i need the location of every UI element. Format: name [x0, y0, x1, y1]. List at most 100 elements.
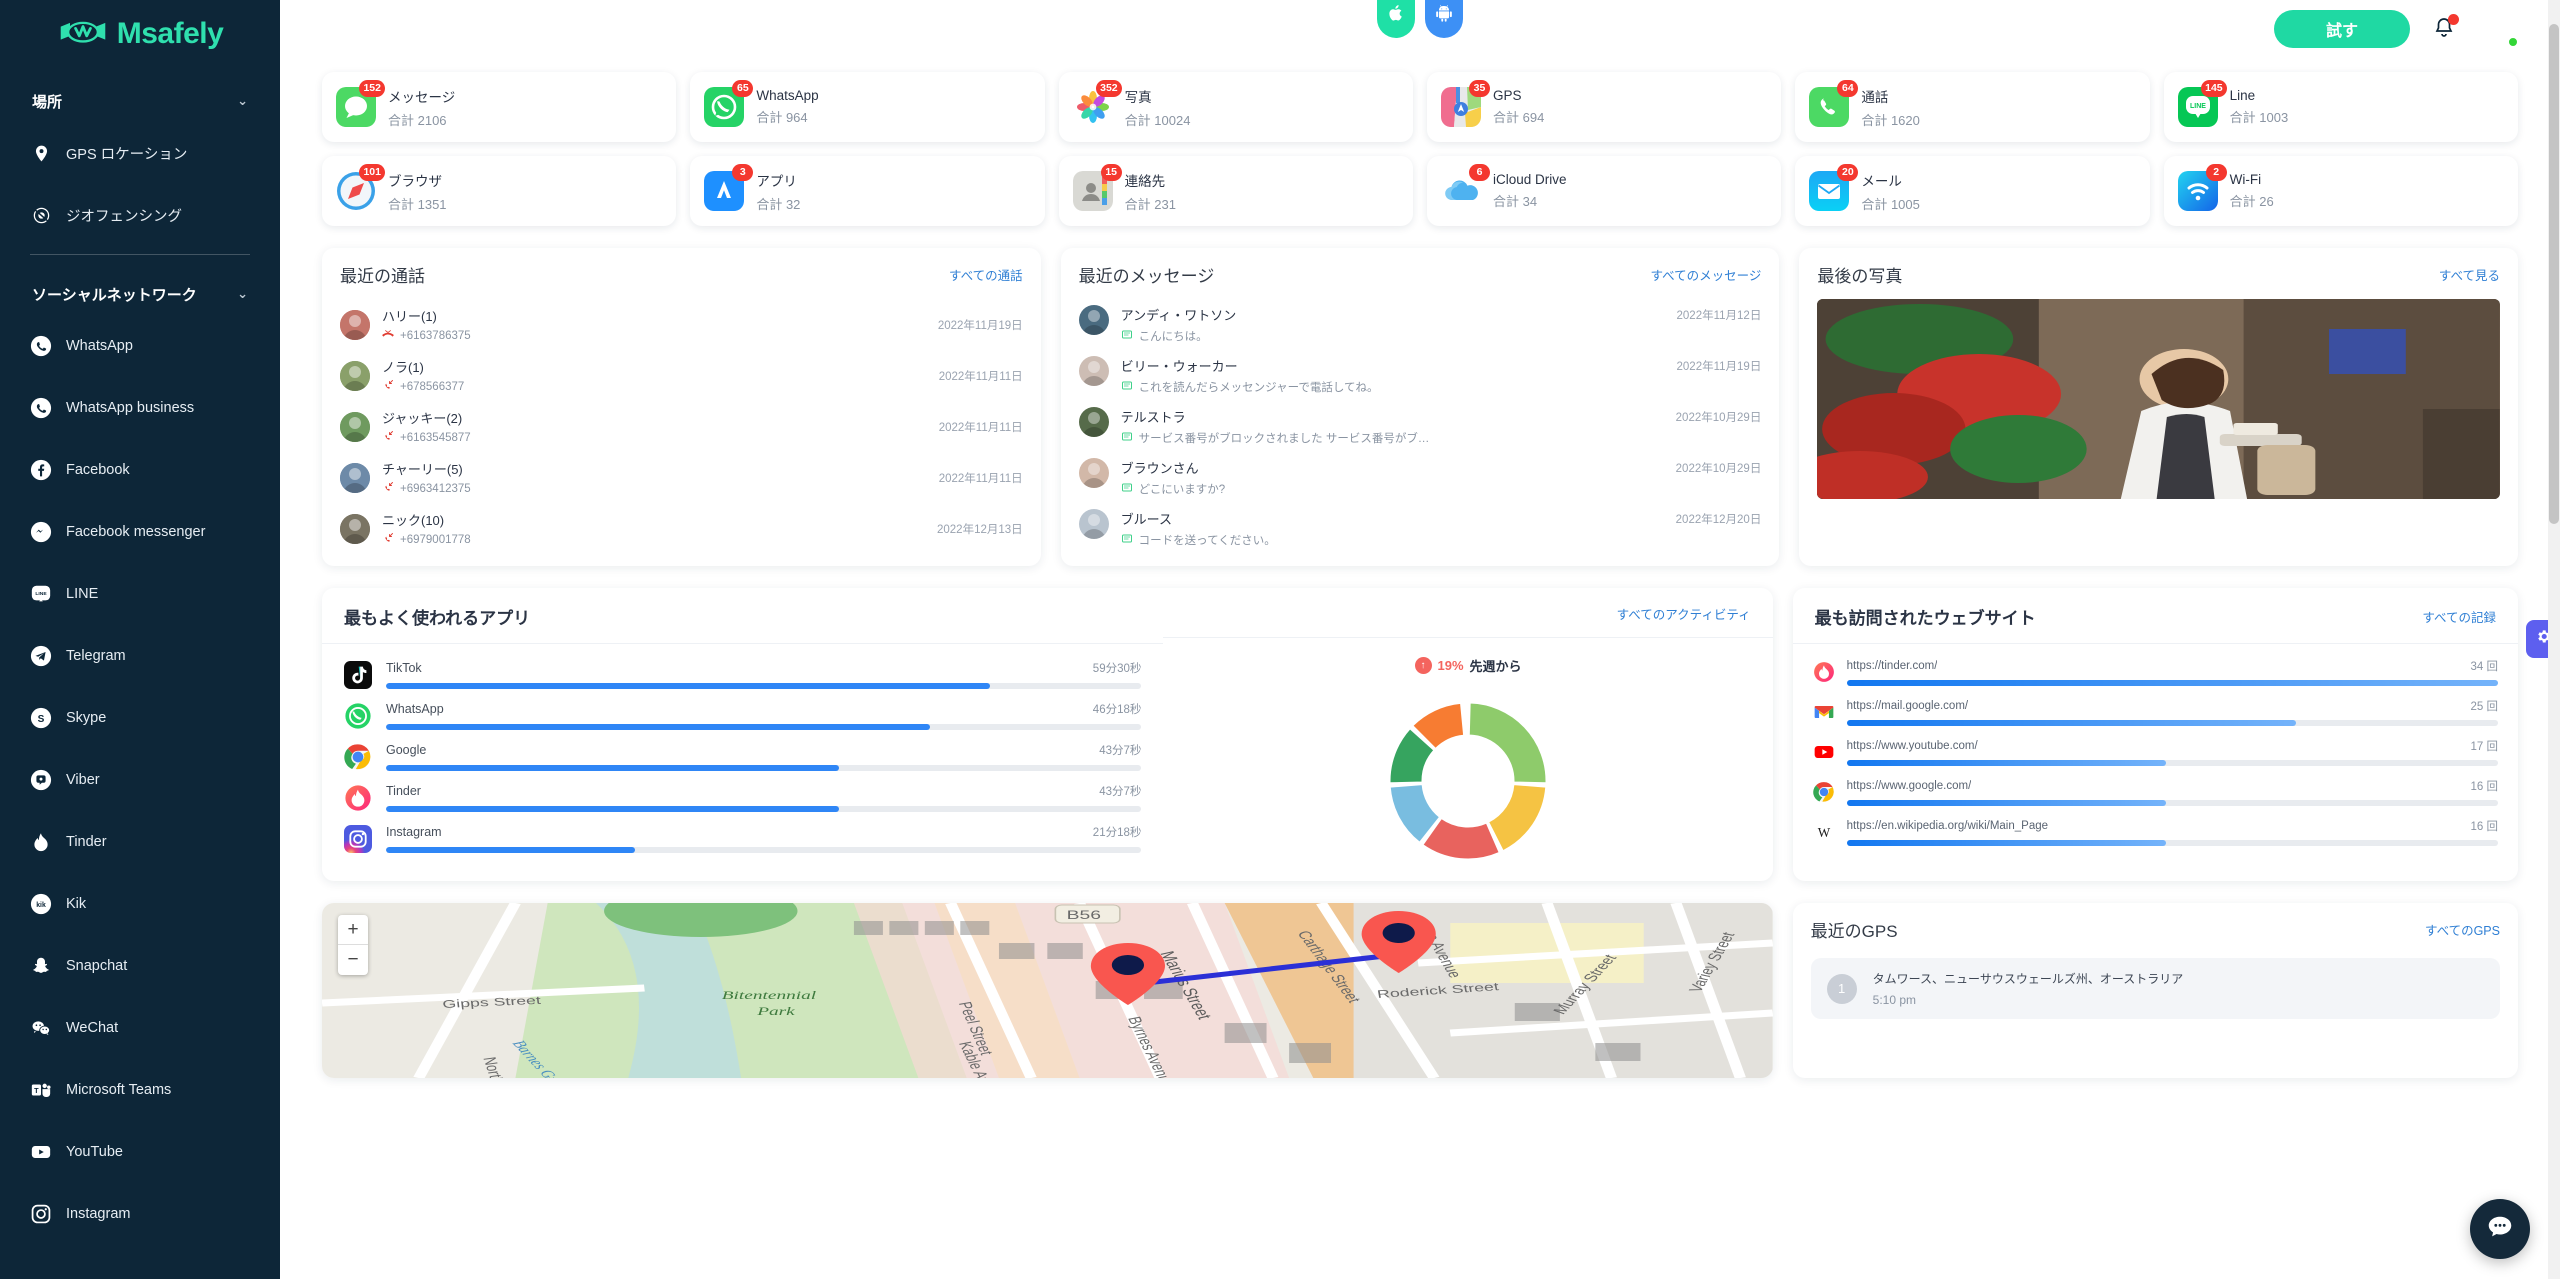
app-usage-row[interactable]: Instagram 21分18秒 [322, 818, 1163, 859]
avatar [1078, 305, 1109, 335]
call-row[interactable]: チャーリー(5) +6963412375 2022年11月11日 [340, 452, 1023, 503]
telegram-icon [30, 645, 52, 667]
website-row[interactable]: https://www.youtube.com/17 回 [1793, 732, 2518, 772]
recent-calls-list: ハリー(1) +6163786375 2022年11月19日 ノラ(1) +678566… [322, 299, 1041, 566]
scrollbar-thumb[interactable] [2549, 24, 2559, 524]
app-usage-row[interactable]: WhatsApp 46分18秒 [322, 695, 1163, 736]
sidebar-item-kik[interactable]: kik Kik [0, 873, 280, 935]
sidebar-item-tinder[interactable]: Tinder [0, 811, 280, 873]
stat-label: アプリ [756, 173, 797, 189]
all-calls-link[interactable]: すべての通話 [949, 265, 1023, 284]
website-row[interactable]: https://tinder.com/34 回 [1793, 652, 2518, 692]
stat-card[interactable]: 20 メール 合計 1005 [1795, 156, 2150, 226]
all-records-link[interactable]: すべての記録 [2422, 607, 2496, 626]
website-row[interactable]: https://mail.google.com/25 回 [1793, 692, 2518, 732]
sidebar-social-list: WhatsApp WhatsApp business Facebook Faceboo… [0, 315, 280, 1245]
sidebar-item-wechat[interactable]: WeChat [0, 997, 280, 1059]
sidebar-item-facebook[interactable]: Facebook [0, 439, 280, 501]
sidebar-item-line[interactable]: LINE LINE [0, 563, 280, 625]
sidebar-item-telegram[interactable]: Telegram [0, 625, 280, 687]
recent-messages-panel: 最近のメッセージ すべてのメッセージ アンディ・ワトソン 2022年11月12日こ… [1060, 248, 1780, 566]
sidebar-group-social[interactable]: ソーシャルネットワーク ⌄ [0, 273, 280, 315]
stat-card[interactable]: 352 写真 合計 10024 [1058, 72, 1413, 142]
avatar [340, 513, 370, 544]
website-visit-count: 16 回 [2470, 821, 2498, 833]
stat-card[interactable]: 3 アプリ 合計 32 [690, 156, 1045, 226]
map-canvas[interactable]: B56 Gipps Street Bitentennial Park Peel … [322, 903, 1773, 1078]
brand-logo[interactable]: Msafely [0, 0, 280, 62]
stat-card[interactable]: 2 Wi-Fi 合計 26 [2163, 156, 2518, 226]
stat-total: 合計 1351 [388, 196, 447, 212]
website-visit-bar [1846, 800, 2498, 806]
app-usage-time: 59分30秒 [1092, 663, 1142, 675]
donut-slice [1488, 784, 1547, 852]
sidebar-item-viber[interactable]: Viber [0, 749, 280, 811]
website-row[interactable]: https://www.google.com/16 回 [1793, 772, 2518, 812]
chat-bubble-icon [2485, 1212, 2515, 1247]
sidebar-item-whatsapp[interactable]: WhatsApp [0, 315, 280, 377]
message-row[interactable]: ブラウンさん 2022年10月29日 どこにいますか? [1078, 452, 1762, 503]
stat-card[interactable]: 35 GPS 合計 694 [1427, 72, 1782, 142]
stat-card[interactable]: 65 WhatsApp 合計 964 [690, 72, 1045, 142]
stat-total: 合計 964 [756, 110, 808, 125]
sidebar-item-label: Facebook messenger [66, 524, 206, 540]
sidebar-item-microsoft-teams[interactable]: T Microsoft Teams [0, 1059, 280, 1121]
tab-android[interactable] [1425, 0, 1463, 38]
call-row[interactable]: ニック(10) +6979001778 2022年12月13日 [340, 503, 1023, 554]
most-visited-sites-title: 最も訪問されたウェブサイト [1814, 609, 2036, 628]
all-gps-link[interactable]: すべてのGPS [2425, 920, 2500, 939]
call-date: 2022年11月11日 [938, 472, 1023, 485]
gmail-icon [1813, 701, 1835, 723]
stat-card[interactable]: 64 通話 合計 1620 [1795, 72, 2150, 142]
map-zoom-out-button[interactable]: − [338, 945, 368, 975]
message-row[interactable]: テルストラ 2022年10月29日 サービス番号がブロックされました サービス番号が… [1078, 401, 1761, 452]
latest-photo-image[interactable] [1817, 299, 2500, 499]
map-zoom-in-button[interactable]: + [338, 915, 368, 945]
sidebar-item-geofencing[interactable]: ジオフェンシング [0, 184, 280, 246]
stat-card[interactable]: 6 iCloud Drive 合計 34 [1427, 156, 1782, 226]
sidebar-item-snapchat[interactable]: Snapchat [0, 935, 280, 997]
sidebar-item-whatsapp-business[interactable]: WhatsApp business [0, 377, 280, 439]
bell-icon[interactable] [2432, 14, 2459, 43]
safari-icon: 101 [336, 164, 385, 211]
website-row[interactable]: Whttps://en.wikipedia.org/wiki/Main_Page… [1793, 812, 2518, 852]
tab-ios[interactable] [1377, 0, 1415, 38]
gps-row[interactable]: 1 タムワース、ニューサウスウェールズ州、オーストラリア 5:10 pm [1810, 958, 2500, 1019]
app-usage-row[interactable]: Tinder 43分7秒 [322, 777, 1163, 818]
page-scrollbar[interactable] [2548, 0, 2560, 1279]
call-row[interactable]: ジャッキー(2) +6163545877 2022年11月11日 [340, 401, 1023, 452]
android-icon [1434, 3, 1454, 28]
viber-icon [30, 769, 52, 791]
stat-card[interactable]: 101 ブラウザ 合計 1351 [322, 156, 677, 226]
sidebar-item-instagram[interactable]: Instagram [0, 1183, 280, 1245]
sidebar-group-location-label: 場所 [32, 93, 63, 111]
wikipedia-icon: W [1813, 821, 1835, 843]
sidebar-group-location[interactable]: 場所 ⌄ [0, 80, 280, 122]
call-contact-name: チャーリー(5) [382, 462, 463, 477]
location-map-panel[interactable]: B56 Gipps Street Bitentennial Park Peel … [322, 903, 1773, 1078]
call-row[interactable]: ハリー(1) +6163786375 2022年11月19日 [340, 299, 1023, 350]
sidebar-item-youtube[interactable]: YouTube [0, 1121, 280, 1183]
call-row[interactable]: ノラ(1) +678566377 2022年11月11日 [340, 350, 1023, 401]
stat-card[interactable]: LINE 145 Line 合計 1003 [2163, 72, 2518, 142]
app-name: WhatsApp [386, 702, 444, 716]
stat-card[interactable]: 152 メッセージ 合計 2106 [322, 72, 677, 142]
all-activity-link[interactable]: すべてのアクティビティ [1617, 604, 1751, 623]
sidebar-item-facebook-messenger[interactable]: Facebook messenger [0, 501, 280, 563]
stat-card[interactable]: 15 連絡先 合計 231 [1058, 156, 1413, 226]
sidebar-item-skype[interactable]: S Skype [0, 687, 280, 749]
chat-support-button[interactable] [2470, 1199, 2530, 1259]
try-button[interactable]: 試す [2274, 10, 2410, 48]
app-usage-row[interactable]: TikTok 59分30秒 [322, 654, 1163, 695]
message-row[interactable]: アンディ・ワトソン 2022年11月12日 こんにちは。 [1078, 299, 1761, 350]
stat-total: 合計 26 [2229, 194, 2274, 209]
message-row[interactable]: ビリー・ウォーカー 2022年11月19日 これを読んだらメッセンジャーで電話してね… [1078, 350, 1761, 401]
message-bubble-icon [1121, 482, 1133, 497]
app-usage-row[interactable]: Google 43分7秒 [322, 736, 1163, 777]
sidebar-item-gps-location[interactable]: GPS ロケーション [0, 122, 280, 184]
view-all-photos-link[interactable]: すべて見る [2439, 265, 2500, 284]
all-messages-link[interactable]: すべてのメッセージ [1650, 265, 1761, 284]
avatar[interactable] [2480, 10, 2519, 48]
message-date: 2022年10月29日 [1675, 462, 1762, 475]
message-row[interactable]: ブルース 2022年12月20日 コードを送ってください。 [1078, 503, 1761, 554]
